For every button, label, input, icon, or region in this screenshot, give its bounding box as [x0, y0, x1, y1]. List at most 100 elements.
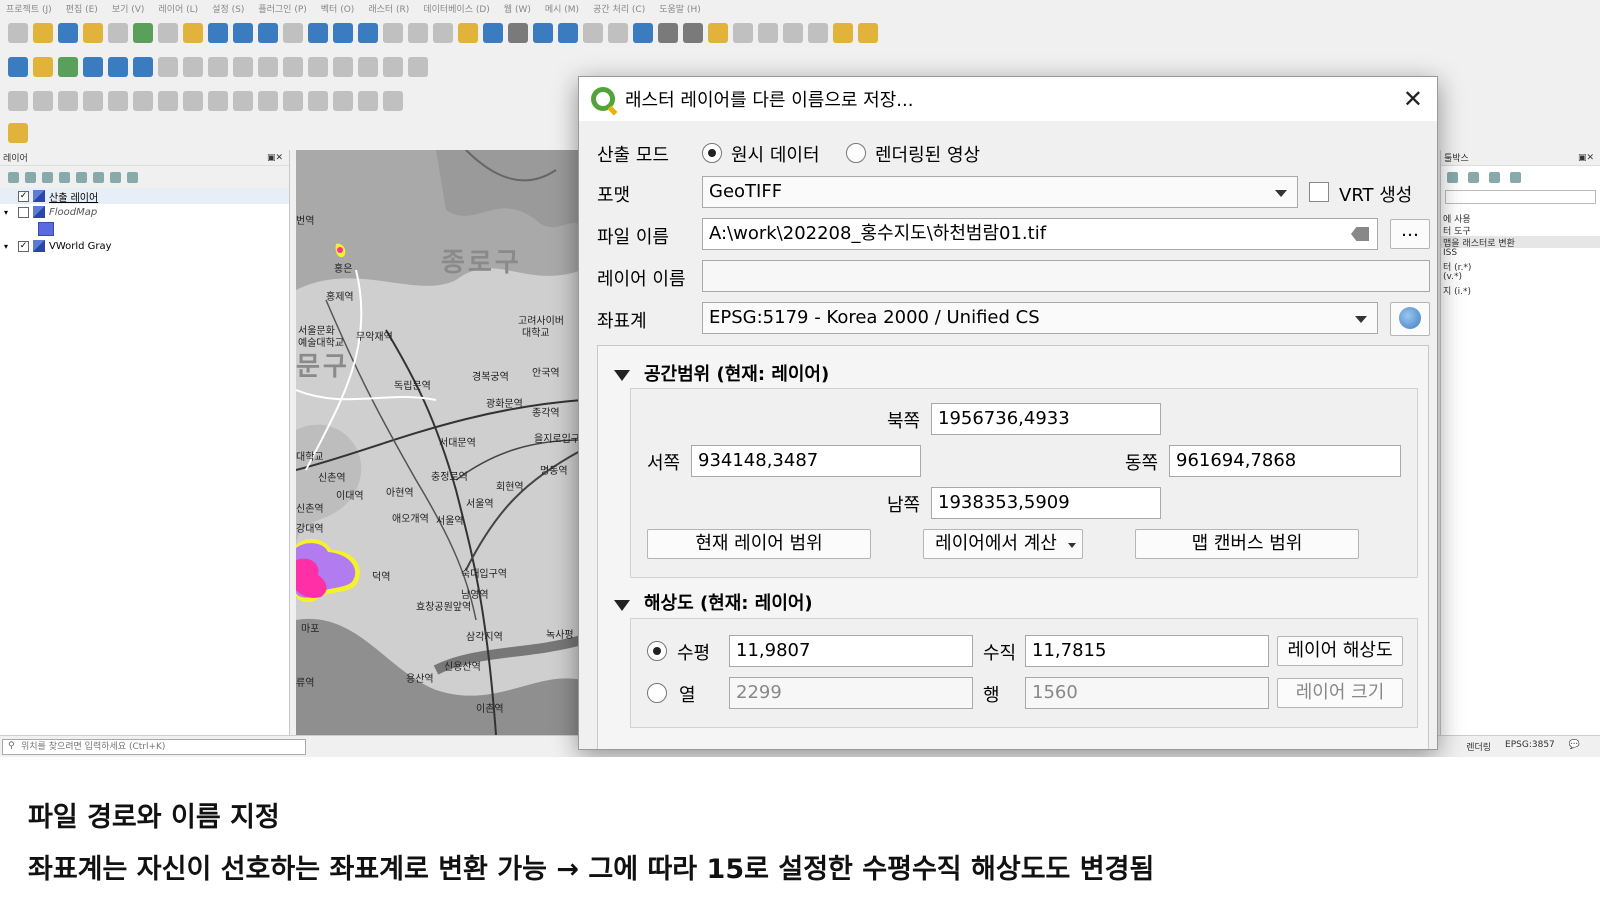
toolbox-item[interactable]: (v.*) [1441, 272, 1600, 284]
horizontal-resolution-input[interactable]: 11,9807 [729, 635, 973, 667]
add-mesh-icon[interactable] [133, 57, 153, 77]
columns-input[interactable]: 2299 [729, 677, 973, 709]
snapping-icon[interactable] [33, 91, 53, 111]
menu-item[interactable]: 보기 (V) [112, 2, 145, 15]
east-input[interactable]: 961694,7868 [1169, 445, 1401, 477]
toolbox-item[interactable]: 지 (i.*) [1441, 284, 1600, 297]
toolbox-history-icon[interactable] [1468, 171, 1479, 183]
undo-icon[interactable] [383, 57, 403, 77]
menu-item[interactable]: 메시 (M) [545, 2, 579, 15]
menu-item[interactable]: 래스터 (R) [368, 2, 409, 15]
zoom-native-icon[interactable] [333, 23, 353, 43]
rendered-image-label[interactable]: 렌더링된 영상 [875, 141, 980, 167]
new-geopackage-icon[interactable] [33, 57, 53, 77]
west-input[interactable]: 934148,3487 [691, 445, 921, 477]
toolbox-item[interactable]: 맵을 래스터로 변환 [1441, 236, 1600, 249]
zoom-out-icon[interactable] [233, 23, 253, 43]
toolbox-search-input[interactable] [1445, 190, 1596, 204]
browse-file-button[interactable]: … [1390, 219, 1430, 249]
zoom-selection-icon[interactable] [283, 23, 303, 43]
layer-item-floodmap[interactable]: ▾ FloodMap [0, 204, 289, 220]
measure-icon[interactable] [683, 23, 703, 43]
menu-item[interactable]: 데이터베이스 (D) [423, 2, 490, 15]
toolbox-item[interactable]: 터 (r.*) [1441, 260, 1600, 273]
bookmark-icon[interactable] [458, 23, 478, 43]
map-canvas-extent-button[interactable]: 맵 캔버스 범위 [1135, 529, 1359, 559]
map-canvas[interactable]: 종로구 문구 번역 홍은 홍제역 서울문화 예술대학교 무악재역 고려사이버 대… [296, 150, 582, 735]
toolbox-results-icon[interactable] [1489, 171, 1500, 183]
menu-item[interactable]: 웹 (W) [504, 2, 531, 15]
layer-visibility-checkbox[interactable]: ✓ [18, 240, 29, 252]
toolbox-models-icon[interactable] [1447, 171, 1458, 183]
layer-visibility-checkbox[interactable] [18, 206, 29, 218]
split-features-icon[interactable] [308, 91, 328, 111]
rendered-image-radio[interactable] [846, 143, 866, 163]
crs-select[interactable]: EPSG:5179 - Korea 2000 / Unified CS [702, 302, 1378, 334]
rotate-feature-icon[interactable] [83, 91, 103, 111]
layer-item-output[interactable]: ✓ 산출 레이어 [0, 188, 289, 204]
locator-search-input[interactable]: 위치를 찾으려면 입력하세요 (Ctrl+K) [2, 739, 306, 755]
layer-resolution-button[interactable]: 레이어 해상도 [1277, 636, 1403, 666]
paste-icon[interactable] [358, 57, 378, 77]
merge-features-icon[interactable] [358, 91, 378, 111]
identify-icon[interactable] [558, 23, 578, 43]
vrt-label[interactable]: VRT 생성 [1339, 181, 1412, 207]
menu-item[interactable]: 레이어 (L) [158, 2, 198, 15]
move-feature-icon[interactable] [58, 91, 78, 111]
delete-ring-icon[interactable] [208, 91, 228, 111]
filter-icon[interactable] [833, 23, 853, 43]
delete-selected-icon[interactable] [283, 57, 303, 77]
current-layer-extent-button[interactable]: 현재 레이어 범위 [647, 529, 871, 559]
show-bookmarks-icon[interactable] [483, 23, 503, 43]
layer-visibility-checkbox[interactable]: ✓ [18, 190, 29, 202]
text-annotation-icon[interactable] [758, 23, 778, 43]
vrt-checkbox[interactable] [1309, 182, 1329, 202]
messages-icon[interactable]: 💬 [1569, 740, 1580, 753]
data-source-manager-icon[interactable] [8, 57, 28, 77]
add-vector-icon[interactable] [58, 57, 78, 77]
add-group-icon[interactable] [25, 171, 36, 183]
rows-input[interactable]: 1560 [1025, 677, 1269, 709]
add-ring-icon[interactable] [133, 91, 153, 111]
expand-arrow-icon[interactable]: ▾ [4, 208, 14, 217]
collapse-arrow-icon[interactable] [614, 370, 630, 381]
print-layout-icon[interactable] [108, 23, 128, 43]
menu-item[interactable]: 플러그인 (P) [258, 2, 306, 15]
toolbox-item[interactable]: 에 사용 [1441, 212, 1600, 225]
clear-input-icon[interactable] [1351, 227, 1369, 241]
layer-size-button[interactable]: 레이어 크기 [1277, 678, 1403, 708]
layer-item-vworld-gray[interactable]: ▾ ✓ VWorld Gray [0, 238, 289, 254]
cut-icon[interactable] [308, 57, 328, 77]
extent-group-header[interactable]: 공간범위 (현재: 레이어) [644, 360, 829, 386]
add-wms-icon[interactable] [108, 57, 128, 77]
crs-indicator[interactable]: EPSG:3857 [1505, 740, 1555, 753]
add-raster-icon[interactable] [83, 57, 103, 77]
filter-expression-icon[interactable] [76, 171, 87, 183]
select-icon[interactable] [783, 23, 803, 43]
calculate-from-layer-button[interactable]: 레이어에서 계산 [923, 529, 1083, 559]
style-panel-icon[interactable] [8, 171, 19, 183]
field-calc-icon[interactable] [608, 23, 628, 43]
format-select[interactable]: GeoTIFF [702, 176, 1298, 208]
temporal-icon[interactable] [508, 23, 528, 43]
crs-selector-button[interactable] [1390, 302, 1430, 336]
menu-item[interactable]: 설정 (S) [212, 2, 244, 15]
pan-icon[interactable] [158, 23, 178, 43]
zoom-next-icon[interactable] [383, 23, 403, 43]
refresh-icon[interactable] [533, 23, 553, 43]
new-project-icon[interactable] [8, 23, 28, 43]
panel-close-icon[interactable]: ▣✕ [1578, 153, 1594, 163]
filter-legend-icon[interactable] [59, 171, 70, 183]
annotation-icon[interactable] [733, 23, 753, 43]
attribute-table-icon[interactable] [583, 23, 603, 43]
save-as-icon[interactable] [83, 23, 103, 43]
menu-item[interactable]: 도움말 (H) [659, 2, 701, 15]
collapse-arrow-icon[interactable] [614, 600, 630, 611]
south-input[interactable]: 1938353,5909 [931, 487, 1161, 519]
pan-to-selection-icon[interactable] [183, 23, 203, 43]
vertex-tool-icon[interactable] [258, 57, 278, 77]
raw-data-label[interactable]: 원시 데이터 [731, 141, 820, 167]
style-manager-icon[interactable] [133, 23, 153, 43]
deselect-icon[interactable] [808, 23, 828, 43]
redo-icon[interactable] [408, 57, 428, 77]
